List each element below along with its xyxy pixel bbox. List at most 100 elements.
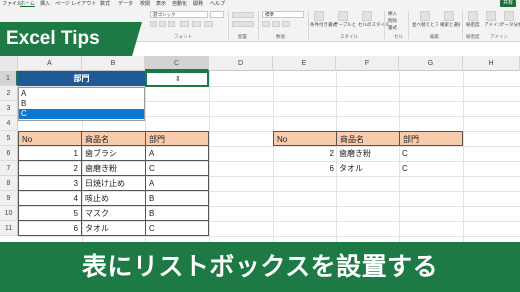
right-table-cell-no[interactable]: 6 bbox=[273, 161, 337, 176]
font-color-icon[interactable] bbox=[204, 21, 213, 27]
sort-filter-icon[interactable] bbox=[420, 11, 430, 21]
percent-icon[interactable] bbox=[272, 21, 280, 27]
right-table-cell-product[interactable]: 歯磨き粉 bbox=[336, 146, 400, 161]
row-header-8[interactable]: 8 bbox=[0, 176, 18, 191]
row-header-1[interactable]: 1 bbox=[0, 71, 18, 86]
data-analysis-icon[interactable] bbox=[504, 11, 514, 21]
conditional-format-icon[interactable] bbox=[314, 11, 324, 21]
row-header-2[interactable]: 2 bbox=[0, 86, 18, 101]
font-size-box[interactable] bbox=[210, 11, 224, 18]
left-table-cell-department[interactable]: C bbox=[145, 221, 209, 236]
find-select-icon[interactable] bbox=[444, 11, 454, 21]
left-table-cell-product[interactable]: 日焼け止め bbox=[81, 176, 146, 191]
left-table-cell-department[interactable]: B bbox=[145, 191, 209, 206]
listbox-item-b[interactable]: B bbox=[19, 99, 144, 109]
sensitivity-button[interactable]: 秘密度 bbox=[466, 22, 480, 28]
right-table-cell-department[interactable]: C bbox=[399, 161, 463, 176]
left-table-cell-product[interactable]: 歯磨き粉 bbox=[81, 161, 146, 176]
right-table-cell-no[interactable]: 2 bbox=[273, 146, 337, 161]
left-table-cell-product[interactable]: マスク bbox=[81, 206, 146, 221]
data-analysis-button[interactable]: データ分析 bbox=[500, 22, 520, 28]
tab-home[interactable]: ホーム bbox=[20, 1, 35, 8]
left-table-cell-department[interactable]: C bbox=[145, 161, 209, 176]
tab-view[interactable]: 表示 bbox=[156, 1, 166, 8]
left-table-header-no[interactable]: No bbox=[18, 131, 82, 146]
left-table-cell-product[interactable]: 咳止め bbox=[81, 191, 146, 206]
tab-data[interactable]: データ bbox=[118, 1, 133, 8]
tab-developer[interactable]: 開発 bbox=[193, 1, 203, 8]
right-table-header-no[interactable]: No bbox=[273, 131, 337, 146]
column-header-a[interactable]: A bbox=[18, 56, 82, 71]
format-as-table-icon[interactable] bbox=[338, 11, 348, 21]
row-header-11[interactable]: 11 bbox=[0, 221, 18, 236]
left-table-header-department[interactable]: 部門 bbox=[145, 131, 209, 146]
row-header-6[interactable]: 6 bbox=[0, 146, 18, 161]
bold-icon[interactable] bbox=[150, 21, 157, 27]
addins-icon[interactable] bbox=[486, 11, 496, 21]
left-table-cell-product[interactable]: タオル bbox=[81, 221, 146, 236]
column-header-f[interactable]: F bbox=[336, 56, 399, 71]
left-table-cell-product[interactable]: 歯ブラシ bbox=[81, 146, 146, 161]
column-header-d[interactable]: D bbox=[209, 56, 273, 71]
right-table-cell-department[interactable]: C bbox=[399, 146, 463, 161]
spreadsheet-grid[interactable]: A B C D E F G H 1 2 3 4 5 6 7 8 9 10 11 … bbox=[0, 56, 520, 242]
left-table-cell-no[interactable]: 6 bbox=[18, 221, 82, 236]
left-table-cell-no[interactable]: 4 bbox=[18, 191, 82, 206]
left-table-cell-department[interactable]: A bbox=[145, 176, 209, 191]
tab-formulas[interactable]: 数式 bbox=[100, 1, 110, 8]
row-header-5[interactable]: 5 bbox=[0, 131, 18, 146]
fill-color-icon[interactable] bbox=[192, 21, 201, 27]
tab-automate[interactable]: 自動化 bbox=[172, 1, 187, 8]
listbox-item-a[interactable]: A bbox=[19, 89, 144, 99]
row-header-10[interactable]: 10 bbox=[0, 206, 18, 221]
tab-help[interactable]: ヘルプ bbox=[210, 1, 225, 8]
number-format-box[interactable]: 標準 bbox=[262, 11, 304, 18]
row-header-4[interactable]: 4 bbox=[0, 116, 18, 131]
align-top-icon[interactable] bbox=[232, 12, 254, 18]
sort-filter-button[interactable]: 並べ替えとフィルター bbox=[412, 22, 438, 28]
department-header-cell[interactable]: 部門 bbox=[18, 71, 145, 86]
border-icon[interactable] bbox=[180, 21, 189, 27]
tab-insert[interactable]: 挿入 bbox=[40, 1, 50, 8]
column-header-b[interactable]: B bbox=[82, 56, 145, 71]
listbox-item-c[interactable]: C bbox=[19, 109, 144, 119]
left-table-cell-no[interactable]: 5 bbox=[18, 206, 82, 221]
column-header-g[interactable]: G bbox=[399, 56, 463, 71]
department-listbox[interactable]: A B C bbox=[18, 87, 145, 121]
cell-styles-icon[interactable] bbox=[362, 11, 372, 21]
italic-icon[interactable] bbox=[159, 21, 166, 27]
format-as-table-button[interactable]: テーブルとして書式設定 bbox=[334, 22, 356, 28]
row-header-7[interactable]: 7 bbox=[0, 161, 18, 176]
find-select-button[interactable]: 検索と選択 bbox=[440, 22, 460, 28]
font-name-box[interactable]: 游ゴシック bbox=[150, 11, 208, 18]
underline-icon[interactable] bbox=[168, 21, 175, 27]
active-cell-c1[interactable]: ⇕ bbox=[145, 71, 209, 87]
select-all-corner[interactable] bbox=[0, 56, 18, 71]
row-header-9[interactable]: 9 bbox=[0, 191, 18, 206]
right-table-header-product[interactable]: 商品名 bbox=[336, 131, 400, 146]
tab-review[interactable]: 校閲 bbox=[140, 1, 150, 8]
delete-cells-button[interactable]: 削除 bbox=[388, 18, 397, 24]
left-table-cell-no[interactable]: 1 bbox=[18, 146, 82, 161]
left-table-cell-department[interactable]: B bbox=[145, 206, 209, 221]
tab-page-layout[interactable]: ページ レイアウト bbox=[55, 1, 96, 8]
tab-file[interactable]: ファイル bbox=[2, 1, 22, 8]
column-header-e[interactable]: E bbox=[273, 56, 336, 71]
sensitivity-icon[interactable] bbox=[468, 11, 478, 21]
insert-cells-button[interactable]: 挿入 bbox=[388, 11, 397, 17]
right-table-cell-product[interactable]: タオル bbox=[336, 161, 400, 176]
left-table-header-product[interactable]: 商品名 bbox=[81, 131, 146, 146]
left-table-cell-no[interactable]: 3 bbox=[18, 176, 82, 191]
row-header-3[interactable]: 3 bbox=[0, 101, 18, 116]
conditional-format-button[interactable]: 条件付き書式 bbox=[310, 22, 337, 28]
column-header-h[interactable]: H bbox=[463, 56, 520, 71]
share-button[interactable]: 共有 bbox=[499, 0, 516, 7]
column-header-c[interactable]: C bbox=[145, 56, 209, 71]
comma-icon[interactable] bbox=[282, 21, 290, 27]
format-cells-button[interactable]: 書式 bbox=[388, 25, 397, 31]
right-table-header-department[interactable]: 部門 bbox=[399, 131, 463, 146]
align-left-icon[interactable] bbox=[232, 21, 254, 27]
currency-icon[interactable] bbox=[262, 21, 270, 27]
left-table-cell-department[interactable]: A bbox=[145, 146, 209, 161]
left-table-cell-no[interactable]: 2 bbox=[18, 161, 82, 176]
